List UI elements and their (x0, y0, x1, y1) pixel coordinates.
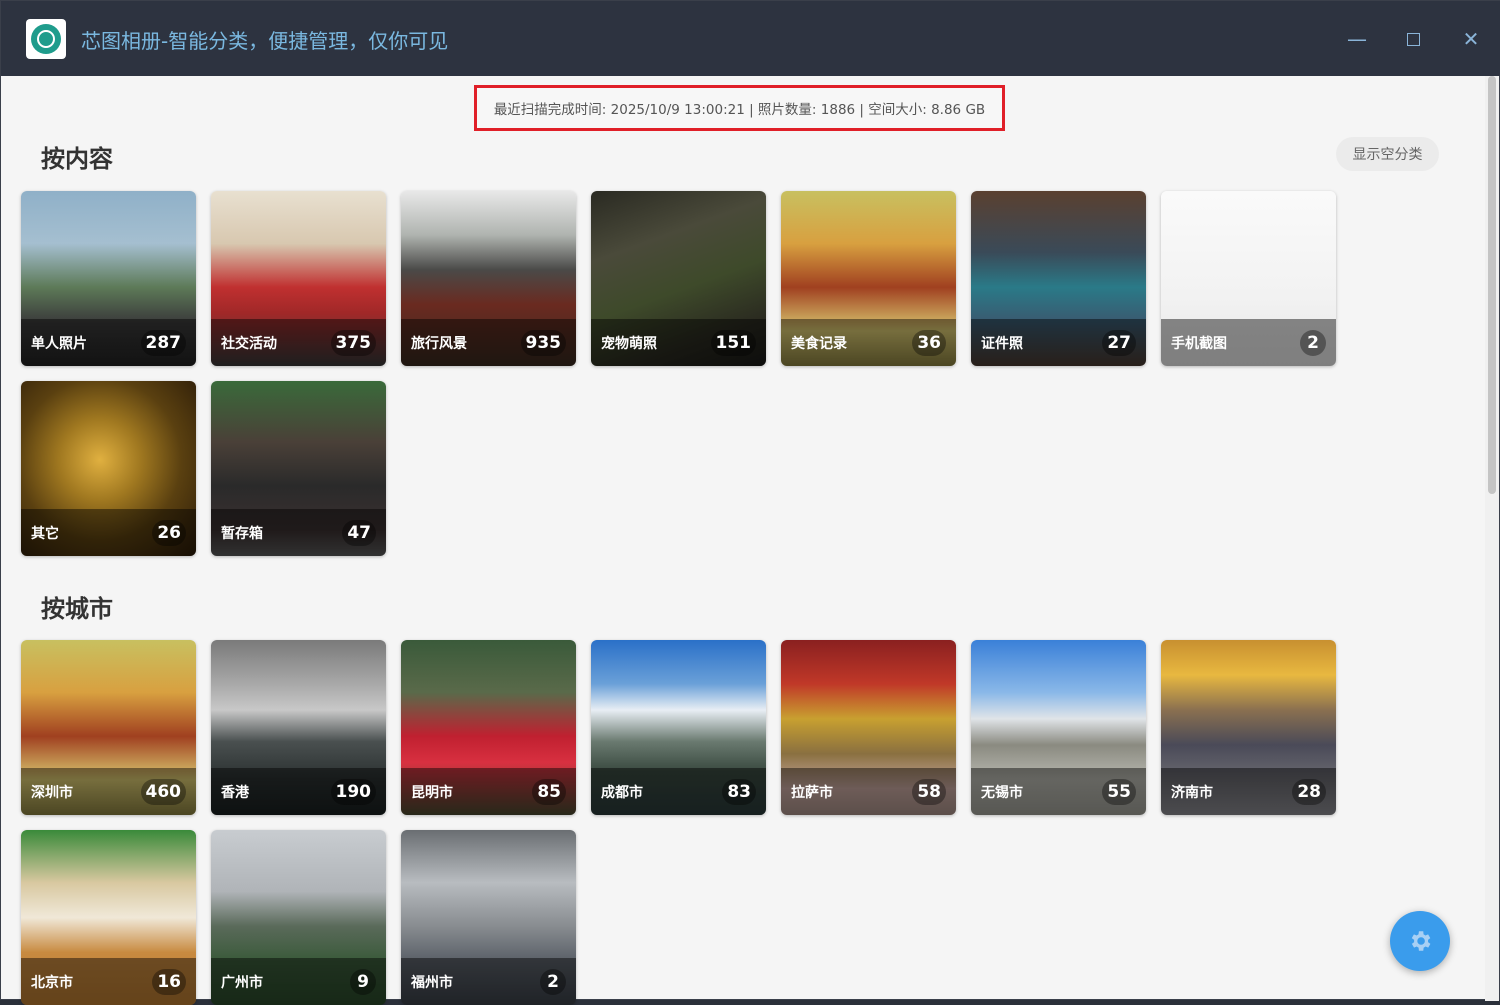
vertical-scrollbar[interactable] (1485, 76, 1499, 1001)
tile-label: 美食记录 (791, 336, 847, 352)
gear-icon (1411, 931, 1431, 951)
tile-label: 社交活动 (221, 336, 277, 352)
scan-status-info: 最近扫描完成时间: 2025/10/9 13:00:21 | 照片数量: 188… (474, 85, 1005, 131)
tile-count: 460 (140, 779, 186, 805)
minimize-button[interactable]: — (1341, 23, 1373, 55)
city-tile-lhasa[interactable]: 拉萨市 58 (781, 640, 956, 815)
app-title: 芯图相册-智能分类，便捷管理，仅你可见 (81, 29, 449, 53)
tile-count: 190 (330, 779, 376, 805)
settings-floating-button[interactable] (1390, 911, 1450, 971)
category-tile-food[interactable]: 美食记录 36 (781, 191, 956, 366)
tile-count: 935 (520, 330, 566, 356)
tile-count: 28 (1292, 779, 1326, 805)
city-tile-shenzhen[interactable]: 深圳市 460 (21, 640, 196, 815)
tile-label: 单人照片 (31, 336, 87, 352)
title-bar: 芯图相册-智能分类，便捷管理，仅你可见 — ✕ (1, 1, 1500, 76)
tile-label: 无锡市 (981, 785, 1023, 801)
tile-count: 83 (722, 779, 756, 805)
tile-count: 55 (1102, 779, 1136, 805)
tile-count: 47 (342, 520, 376, 546)
tile-count: 287 (140, 330, 186, 356)
tile-label: 成都市 (601, 785, 643, 801)
tile-label: 广州市 (221, 975, 263, 991)
tile-label: 福州市 (411, 975, 453, 991)
close-button[interactable]: ✕ (1455, 23, 1487, 55)
tile-label: 深圳市 (31, 785, 73, 801)
city-tile-chengdu[interactable]: 成都市 83 (591, 640, 766, 815)
tile-count: 36 (912, 330, 946, 356)
city-tile-beijing[interactable]: 北京市 16 (21, 830, 196, 1005)
tile-label: 宠物萌照 (601, 336, 657, 352)
tile-count: 85 (532, 779, 566, 805)
show-empty-categories-button[interactable]: 显示空分类 (1336, 137, 1439, 171)
maximize-icon (1406, 32, 1420, 46)
tile-count: 27 (1102, 330, 1136, 356)
tile-count: 26 (152, 520, 186, 546)
tile-label: 拉萨市 (791, 785, 833, 801)
tile-count: 16 (152, 969, 186, 995)
tile-label: 证件照 (981, 336, 1023, 352)
tile-count: 2 (1300, 330, 1326, 356)
city-tile-wuxi[interactable]: 无锡市 55 (971, 640, 1146, 815)
tile-count: 9 (350, 969, 376, 995)
tile-label: 济南市 (1171, 785, 1213, 801)
app-window: 芯图相册-智能分类，便捷管理，仅你可见 — ✕ 最近扫描完成时间: 2025/1… (0, 0, 1500, 1005)
tile-count: 58 (912, 779, 946, 805)
maximize-button[interactable] (1397, 23, 1429, 55)
city-tile-kunming[interactable]: 昆明市 85 (401, 640, 576, 815)
tile-count: 2 (540, 969, 566, 995)
category-tile-other[interactable]: 其它 26 (21, 381, 196, 556)
category-tile-portrait[interactable]: 单人照片 287 (21, 191, 196, 366)
app-logo-icon (26, 19, 66, 59)
tile-label: 香港 (221, 785, 249, 801)
category-tile-id-photos[interactable]: 证件照 27 (971, 191, 1146, 366)
city-tile-guangzhou[interactable]: 广州市 9 (211, 830, 386, 1005)
tile-count: 375 (330, 330, 376, 356)
tile-label: 昆明市 (411, 785, 453, 801)
tile-label: 北京市 (31, 975, 73, 991)
tile-label: 旅行风景 (411, 336, 467, 352)
tile-count: 151 (710, 330, 756, 356)
category-tile-social[interactable]: 社交活动 375 (211, 191, 386, 366)
city-tile-hongkong[interactable]: 香港 190 (211, 640, 386, 815)
category-tile-staging-box[interactable]: 暂存箱 47 (211, 381, 386, 556)
city-tile-fuzhou[interactable]: 福州市 2 (401, 830, 576, 1005)
tile-label: 暂存箱 (221, 526, 263, 542)
category-tile-pets[interactable]: 宠物萌照 151 (591, 191, 766, 366)
tile-label: 其它 (31, 526, 59, 542)
category-tile-screenshots[interactable]: 手机截图 2 (1161, 191, 1336, 366)
city-tile-jinan[interactable]: 济南市 28 (1161, 640, 1336, 815)
section-title-content: 按内容 (41, 145, 113, 173)
scrollbar-thumb[interactable] (1488, 76, 1496, 494)
category-tile-travel[interactable]: 旅行风景 935 (401, 191, 576, 366)
section-title-city: 按城市 (41, 595, 113, 623)
tile-label: 手机截图 (1171, 336, 1227, 352)
